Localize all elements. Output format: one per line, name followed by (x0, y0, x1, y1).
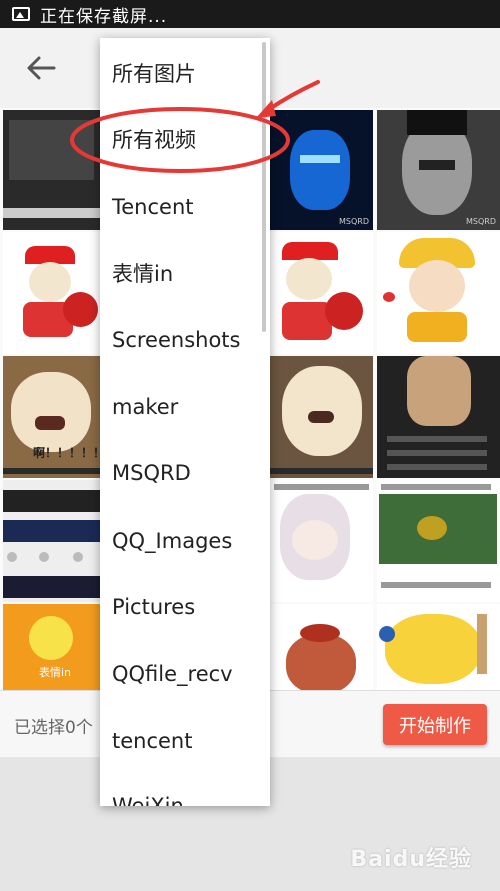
menu-item-maker[interactable]: maker (112, 385, 178, 429)
thumbnail[interactable] (270, 232, 373, 354)
thumbnail[interactable]: 啊！！！！！ (3, 356, 100, 478)
thumbnail[interactable] (377, 480, 500, 602)
menu-item-tencent-lower[interactable]: tencent (112, 719, 192, 763)
menu-item-qqfile-recv[interactable]: QQfile_recv (112, 652, 233, 696)
menu-item-all-videos[interactable]: 所有视频 (112, 117, 196, 161)
selected-count: 已选择0个 (14, 718, 93, 738)
thumbnail[interactable] (270, 480, 373, 602)
menu-item-all-images[interactable]: 所有图片 (112, 51, 196, 95)
menu-item-biaoqingin[interactable]: 表情in (112, 251, 173, 295)
menu-item-tencent[interactable]: Tencent (112, 185, 194, 229)
thumbnail[interactable] (377, 232, 500, 354)
thumb-caption: MSQRD (339, 217, 369, 226)
menu-item-weixin[interactable]: WeiXin (112, 784, 184, 806)
menu-scrollbar[interactable] (262, 42, 266, 332)
status-bar: 正在保存截屏... (0, 0, 500, 28)
thumbnail[interactable] (3, 480, 100, 602)
thumb-caption: 表情in (39, 666, 72, 679)
thumbnail[interactable] (377, 604, 500, 690)
menu-item-pictures[interactable]: Pictures (112, 585, 195, 629)
thumbnail[interactable]: MSQRD (270, 110, 373, 230)
thumbnail[interactable]: 表情in (3, 604, 100, 690)
thumbnail[interactable] (3, 232, 100, 354)
menu-item-screenshots[interactable]: Screenshots (112, 318, 240, 362)
start-making-button[interactable]: 开始制作 (383, 704, 487, 745)
folder-dropdown-menu: 所有图片 所有视频 Tencent 表情in Screenshots maker… (100, 38, 270, 806)
thumbnail[interactable] (270, 356, 373, 478)
menu-item-msqrd[interactable]: MSQRD (112, 451, 191, 495)
picture-icon (12, 7, 30, 21)
thumbnail[interactable] (270, 604, 373, 690)
back-arrow-icon[interactable] (24, 50, 60, 86)
thumbnail[interactable] (3, 110, 100, 230)
thumbnail[interactable] (377, 356, 500, 478)
thumb-caption: MSQRD (466, 217, 496, 226)
watermark: Baidu经验 (350, 847, 472, 872)
thumb-caption: 啊！！！！！ (33, 446, 100, 460)
status-text: 正在保存截屏... (40, 6, 168, 27)
thumbnail[interactable]: MSQRD (377, 110, 500, 230)
menu-item-qq-images[interactable]: QQ_Images (112, 519, 232, 563)
